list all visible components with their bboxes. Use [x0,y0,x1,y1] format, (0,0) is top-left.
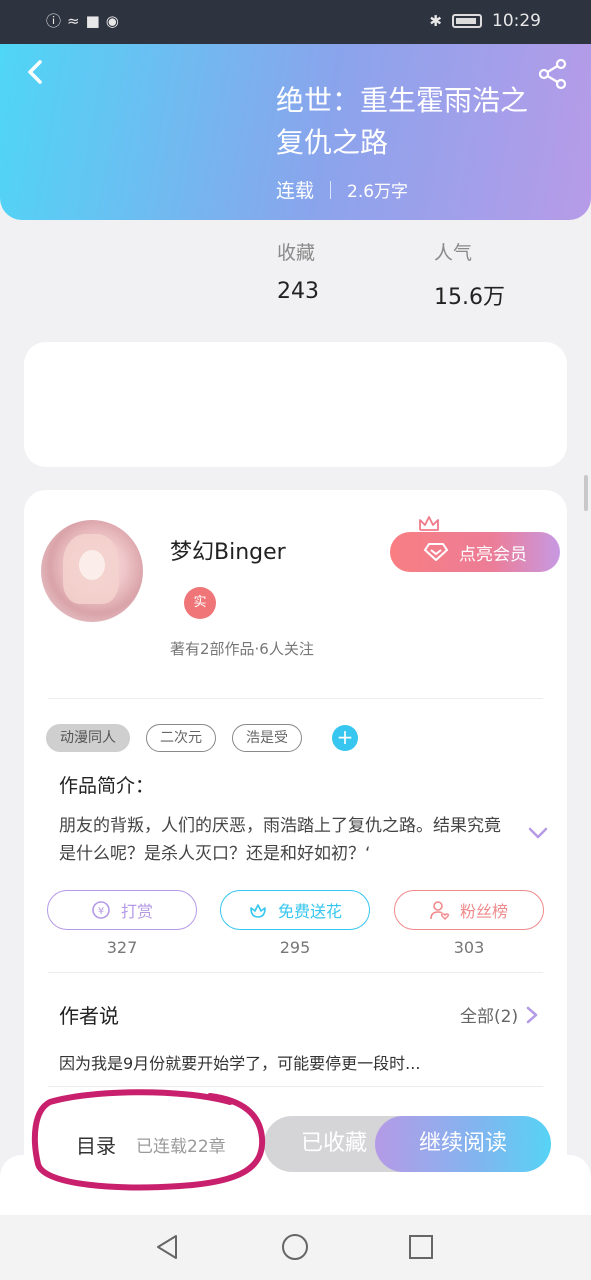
back-icon[interactable] [22,58,50,86]
empty-card [24,342,567,467]
flower-count: 295 [279,938,311,957]
divider [48,1086,543,1087]
wifi-icon: ≈ [67,12,80,30]
flower-icon [250,904,266,918]
stat-label: 收藏 [277,242,316,264]
alert-icon: ⓘ [46,12,62,30]
tag-list: 动漫同人 二次元 浩是受 + [46,724,358,752]
intro-heading: 作品简介： [59,775,155,797]
yen-coin-icon: ¥ [92,901,110,919]
tag-item[interactable]: 动漫同人 [46,724,130,752]
scrollbar[interactable] [584,475,588,511]
nav-back-icon[interactable] [154,1233,182,1261]
chevron-right-icon [526,1006,538,1023]
stat-popularity: 人气 15.6万 [434,238,505,311]
send-flower-button[interactable]: 免费送花 [220,890,370,930]
reward-count: 327 [106,938,138,957]
author-say-all-link[interactable]: 全部(2) [460,1002,538,1027]
stat-value: 15.6万 [434,285,505,310]
fans-count: 303 [453,938,485,957]
add-tag-icon[interactable]: + [332,725,358,751]
fans-rank-button[interactable]: 粉丝榜 [394,890,544,930]
author-summary: 著有2部作品·6人关注 [170,640,314,658]
stat-label: 人气 [434,242,473,264]
status-time: 10:29 [492,11,541,31]
book-status: 连载 [276,180,315,202]
diamond-icon [424,543,448,561]
battery-icon [452,14,482,28]
intro-text: 朋友的背叛，人们的厌恶，雨浩踏上了复仇之路。结果究竟是什么呢？是杀人灭口？还是和… [59,816,501,864]
reward-button[interactable]: ¥ 打赏 [47,890,197,930]
book-meta: 连载 2.6万字 [276,176,408,203]
author-name[interactable]: 梦幻Binger [170,534,286,566]
author-say-heading: 作者说 [59,1004,119,1028]
stat-favorites: 收藏 243 [277,238,319,304]
tag-item[interactable]: 浩是受 [232,724,302,752]
pay-icon: ◉ [105,12,119,30]
nav-recents-icon[interactable] [407,1233,435,1261]
chevron-down-icon[interactable] [528,826,548,840]
vip-button[interactable]: 点亮会员 [390,532,560,572]
action-label: 粉丝榜 [459,902,508,921]
action-label: 打赏 [120,902,153,921]
nav-home-icon[interactable] [281,1233,309,1261]
system-nav-bar [0,1215,591,1280]
meta-divider [330,180,332,199]
app-notification-icon: ■ [85,12,100,30]
status-bar: ⓘ ≈ ■ ◉ ✱ 10:29 [0,0,591,44]
divider [48,698,543,699]
crown-icon [419,516,439,531]
svg-text:¥: ¥ [98,906,104,917]
user-heart-icon [430,901,450,920]
divider [48,972,543,973]
book-title: 绝世：重生霍雨浩之复仇之路 [276,84,529,159]
stat-value: 243 [277,279,319,304]
verified-badge: 实 [184,587,216,619]
vip-label: 点亮会员 [459,544,527,565]
author-say-text[interactable]: 因为我是9月份就要开始学了，可能要停更一段时... [59,1050,420,1074]
continue-reading-button[interactable]: 继续阅读 [375,1116,551,1172]
annotation-circle [31,1089,266,1191]
bluetooth-icon: ✱ [429,12,442,30]
book-word-count: 2.6万字 [347,182,409,202]
tag-item[interactable]: 二次元 [146,724,216,752]
action-label: 免费送花 [277,902,342,921]
book-header: 绝世：重生霍雨浩之复仇之路 连载 2.6万字 [0,44,591,220]
author-avatar[interactable] [41,520,143,622]
all-label: 全部(2) [460,1007,519,1027]
